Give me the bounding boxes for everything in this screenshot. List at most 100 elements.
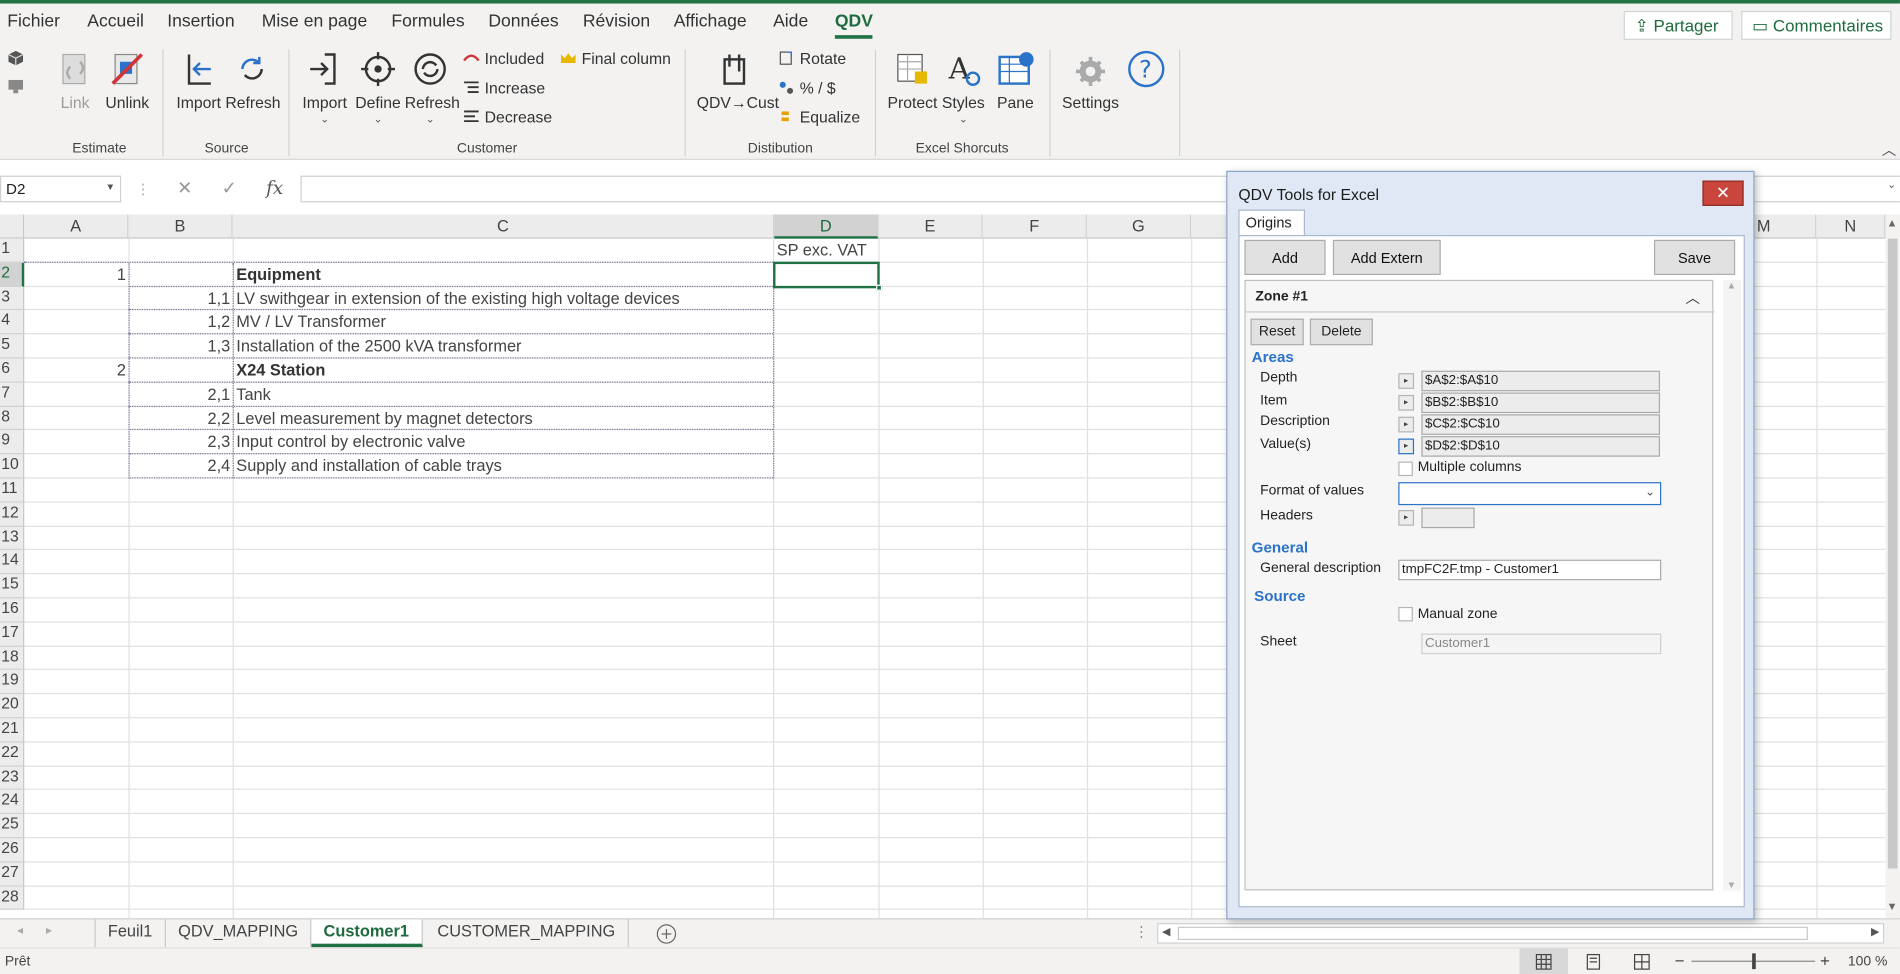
cell-depth[interactable] bbox=[24, 407, 128, 431]
tab-mise-en-page[interactable]: Mise en page bbox=[262, 12, 367, 31]
column-header-f[interactable]: F bbox=[982, 214, 1087, 239]
zoom-in-icon[interactable]: + bbox=[1820, 951, 1830, 970]
cell-item[interactable]: 2,3 bbox=[128, 431, 232, 455]
row-header[interactable]: 18 bbox=[0, 646, 25, 671]
fill-handle[interactable] bbox=[876, 284, 883, 291]
vertical-scrollbar[interactable]: ▲ ▼ bbox=[1885, 214, 1900, 919]
dialog-scrollbar[interactable]: ▲ ▼ bbox=[1723, 279, 1742, 891]
cell-item[interactable]: 1,3 bbox=[128, 335, 232, 359]
headers-field[interactable] bbox=[1421, 507, 1475, 529]
item-field[interactable]: $B$2:$B$10 bbox=[1421, 392, 1661, 414]
tab-scroll-right-icon[interactable]: ▸ bbox=[46, 924, 52, 937]
row-header[interactable]: 25 bbox=[0, 814, 25, 839]
add-button[interactable]: Add bbox=[1244, 239, 1326, 275]
cell-description[interactable]: Tank bbox=[236, 383, 769, 407]
zoom-level[interactable]: 100 % bbox=[1848, 955, 1888, 970]
cell-description[interactable]: Equipment bbox=[236, 263, 769, 287]
scroll-down-icon[interactable]: ▼ bbox=[1727, 879, 1737, 890]
row-header[interactable]: 11 bbox=[0, 478, 25, 503]
description-field[interactable]: $C$2:$C$10 bbox=[1421, 414, 1661, 435]
vertical-scroll-thumb[interactable] bbox=[1887, 238, 1898, 869]
share-button[interactable]: ⇪ Partager bbox=[1623, 10, 1733, 40]
row-header[interactable]: 9 bbox=[0, 430, 25, 455]
item-picker-button[interactable]: ▸ bbox=[1398, 394, 1415, 411]
row-header[interactable]: 6 bbox=[0, 358, 25, 383]
tab-revision[interactable]: Révision bbox=[583, 12, 650, 31]
row-header[interactable]: 23 bbox=[0, 766, 25, 791]
cell-depth[interactable] bbox=[24, 311, 128, 335]
values-field[interactable]: $D$2:$D$10 bbox=[1421, 436, 1661, 457]
cell-depth[interactable] bbox=[24, 431, 128, 455]
row-header[interactable]: 16 bbox=[0, 598, 25, 623]
decrease-button[interactable]: Decrease bbox=[463, 108, 552, 126]
column-header-e[interactable]: E bbox=[878, 214, 983, 239]
comments-button[interactable]: ▭ Commentaires bbox=[1741, 10, 1892, 40]
column-header-a[interactable]: A bbox=[24, 214, 129, 239]
scroll-left-icon[interactable]: ◀ bbox=[1162, 926, 1170, 939]
increase-button[interactable]: Increase bbox=[463, 79, 545, 97]
page-break-icon[interactable] bbox=[1633, 953, 1650, 970]
row-header[interactable]: 26 bbox=[0, 838, 25, 863]
general-description-field[interactable]: tmpFC2F.tmp - Customer1 bbox=[1398, 559, 1662, 581]
cell-item[interactable]: 1,2 bbox=[128, 311, 232, 335]
sheet-tab-qdv-mapping[interactable]: QDV_MAPPING bbox=[166, 919, 312, 948]
sheet-tab-customer-mapping[interactable]: CUSTOMER_MAPPING bbox=[425, 919, 629, 948]
customer-import-button[interactable]: Import ⌄ bbox=[301, 50, 349, 126]
tab-formules[interactable]: Formules bbox=[391, 12, 464, 31]
fx-icon[interactable]: fx bbox=[266, 177, 283, 199]
cell-item[interactable]: 1,1 bbox=[128, 287, 232, 311]
tab-insertion[interactable]: Insertion bbox=[167, 12, 234, 31]
tab-fichier[interactable]: Fichier bbox=[7, 12, 60, 31]
row-header[interactable]: 15 bbox=[0, 574, 25, 599]
headers-picker-button[interactable]: ▸ bbox=[1398, 509, 1415, 526]
row-header[interactable]: 20 bbox=[0, 694, 25, 719]
multiple-columns-checkbox[interactable] bbox=[1398, 461, 1413, 477]
zoom-out-icon[interactable]: − bbox=[1675, 951, 1685, 970]
active-cell-d2[interactable] bbox=[773, 261, 883, 291]
row-header[interactable]: 19 bbox=[0, 670, 25, 695]
values-picker-button[interactable]: ▸ bbox=[1398, 438, 1415, 455]
source-refresh-button[interactable]: Refresh bbox=[225, 50, 281, 111]
screen-icon[interactable] bbox=[7, 78, 24, 95]
row-header[interactable]: 24 bbox=[0, 790, 25, 815]
sheet-tab-feuil1[interactable]: Feuil1 bbox=[96, 919, 166, 948]
cell-description[interactable]: Installation of the 2500 kVA transformer bbox=[236, 335, 769, 359]
tab-origins[interactable]: Origins bbox=[1238, 209, 1306, 237]
row-header[interactable]: 12 bbox=[0, 502, 25, 527]
depth-field[interactable]: $A$2:$A$10 bbox=[1421, 370, 1661, 392]
row-header[interactable]: 13 bbox=[0, 526, 25, 551]
link-button[interactable]: Link bbox=[56, 50, 95, 111]
scroll-up-icon[interactable]: ▲ bbox=[1887, 217, 1898, 229]
sheet-field[interactable]: Customer1 bbox=[1421, 633, 1662, 655]
zoom-slider-thumb[interactable] bbox=[1752, 953, 1756, 970]
row-header[interactable]: 14 bbox=[0, 550, 25, 575]
zone-header[interactable]: Zone #1 ︿ bbox=[1245, 281, 1715, 313]
equalize-button[interactable]: Equalize bbox=[778, 108, 860, 126]
percent-dollar-button[interactable]: % / $ bbox=[778, 79, 836, 97]
collapse-ribbon-icon[interactable]: ︿ bbox=[1882, 139, 1897, 160]
settings-button[interactable]: Settings bbox=[1061, 50, 1119, 111]
splitter-icon[interactable]: ⋮ bbox=[1134, 923, 1149, 940]
cell-description[interactable]: MV / LV Transformer bbox=[236, 311, 769, 335]
depth-picker-button[interactable]: ▸ bbox=[1398, 373, 1415, 389]
cell-depth[interactable] bbox=[24, 335, 128, 359]
protect-button[interactable]: Protect bbox=[887, 50, 938, 111]
cell-depth[interactable]: 1 bbox=[24, 263, 128, 287]
cell-d1[interactable]: SP exc. VAT bbox=[777, 239, 879, 263]
enter-icon[interactable]: ✓ bbox=[222, 178, 237, 199]
cell-item[interactable] bbox=[128, 359, 232, 383]
rotate-button[interactable]: Rotate bbox=[778, 50, 846, 68]
qdv-cust-button[interactable]: QDV→Cust bbox=[697, 50, 779, 111]
included-button[interactable]: Included bbox=[463, 50, 544, 68]
column-header-g[interactable]: G bbox=[1086, 214, 1192, 239]
column-header-c[interactable]: C bbox=[232, 214, 775, 239]
horizontal-scrollbar[interactable]: ◀ ▶ bbox=[1157, 923, 1885, 944]
horizontal-scroll-thumb[interactable] bbox=[1177, 926, 1808, 941]
styles-button[interactable]: A Styles ⌄ bbox=[940, 50, 986, 126]
column-header-b[interactable]: B bbox=[128, 214, 233, 239]
row-header[interactable]: 5 bbox=[0, 334, 25, 359]
collapse-icon[interactable]: ︿ bbox=[1685, 287, 1700, 308]
cell-description[interactable]: Supply and installation of cable trays bbox=[236, 455, 769, 479]
row-header[interactable]: 8 bbox=[0, 406, 25, 431]
cell-item[interactable] bbox=[128, 263, 232, 287]
